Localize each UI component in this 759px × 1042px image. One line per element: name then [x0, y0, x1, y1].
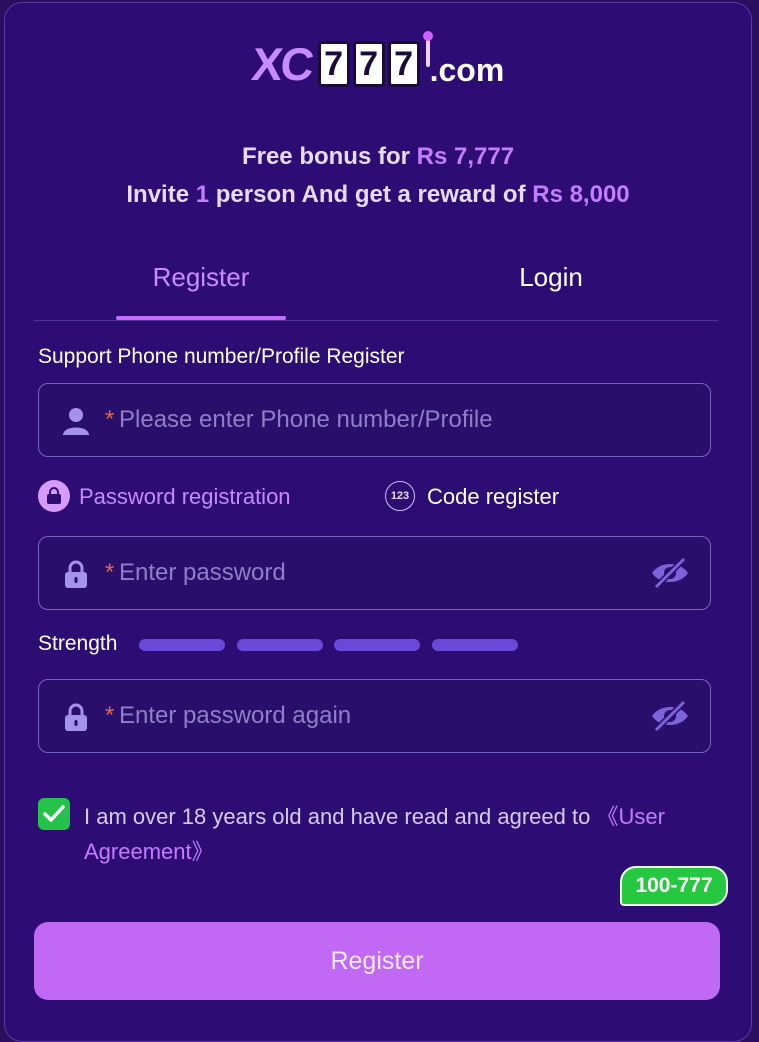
- agreement-text: I am over 18 years old and have read and…: [84, 799, 709, 869]
- eye-off-icon[interactable]: [650, 700, 690, 732]
- promo-text: person And get a reward of: [209, 181, 533, 208]
- password-placeholder: Enter password: [119, 559, 286, 586]
- tabs-divider: [34, 320, 718, 321]
- phone-placeholder: Please enter Phone number/Profile: [119, 406, 493, 433]
- promo-badge[interactable]: 100-777: [620, 866, 728, 906]
- logo-digit: 7: [352, 41, 385, 87]
- logo-slot-digits: 7 7 7: [317, 31, 433, 87]
- logo-digit: 7: [387, 41, 420, 87]
- confirm-password-input[interactable]: * Enter password again: [38, 679, 711, 753]
- strength-segment: [334, 639, 420, 651]
- password-strength: Strength: [38, 630, 711, 660]
- lock-icon: [65, 560, 87, 588]
- phone-input[interactable]: * Please enter Phone number/Profile: [38, 383, 711, 457]
- promo-line-invite: Invite 1 person And get a reward of Rs 8…: [5, 181, 751, 209]
- strength-segment: [237, 639, 323, 651]
- phone-field-label: Support Phone number/Profile Register: [38, 345, 405, 368]
- registration-mode-selector: Password registration 123 Code register: [38, 480, 711, 516]
- password-registration-label[interactable]: Password registration: [79, 482, 291, 512]
- strength-label: Strength: [38, 632, 118, 655]
- register-button[interactable]: Register: [34, 922, 720, 1000]
- user-icon: [63, 408, 89, 435]
- required-mark: *: [105, 559, 115, 586]
- promo-reward-amount: Rs 8,000: [532, 181, 630, 208]
- promo-line-bonus: Free bonus for Rs 7,777: [5, 143, 751, 171]
- promo-invite-count: 1: [195, 181, 210, 208]
- lock-icon: [65, 703, 87, 731]
- strength-segment: [139, 639, 225, 651]
- password-mode-option[interactable]: [38, 480, 70, 512]
- tab-login[interactable]: Login: [466, 256, 636, 320]
- promo-text: Free bonus for: [241, 143, 417, 170]
- code-123-icon[interactable]: 123: [385, 481, 415, 511]
- password-input[interactable]: * Enter password: [38, 536, 711, 610]
- agree-checkbox[interactable]: [38, 798, 70, 830]
- promo-bonus-amount: Rs 7,777: [416, 143, 515, 170]
- auth-tabs: Register Login: [34, 256, 718, 322]
- logo-prefix: XC: [248, 38, 315, 90]
- agreement-statement: I am over 18 years old and have read and…: [84, 804, 597, 829]
- promo-text: Invite: [126, 181, 196, 208]
- required-mark: *: [105, 406, 115, 433]
- eye-off-icon[interactable]: [650, 557, 690, 589]
- slot-lever-icon: [422, 31, 433, 67]
- required-mark: *: [105, 702, 115, 729]
- confirm-password-placeholder: Enter password again: [119, 702, 352, 729]
- check-icon: [43, 805, 65, 822]
- strength-segment: [432, 639, 518, 651]
- tab-register[interactable]: Register: [116, 256, 286, 320]
- lock-icon: [47, 487, 61, 504]
- brand-logo: XC 7 7 7 .com: [5, 31, 751, 90]
- agreement-row: I am over 18 years old and have read and…: [38, 797, 711, 877]
- code-register-label[interactable]: Code register: [427, 482, 559, 512]
- logo-digit: 7: [317, 41, 350, 87]
- logo-suffix: .com: [429, 52, 505, 88]
